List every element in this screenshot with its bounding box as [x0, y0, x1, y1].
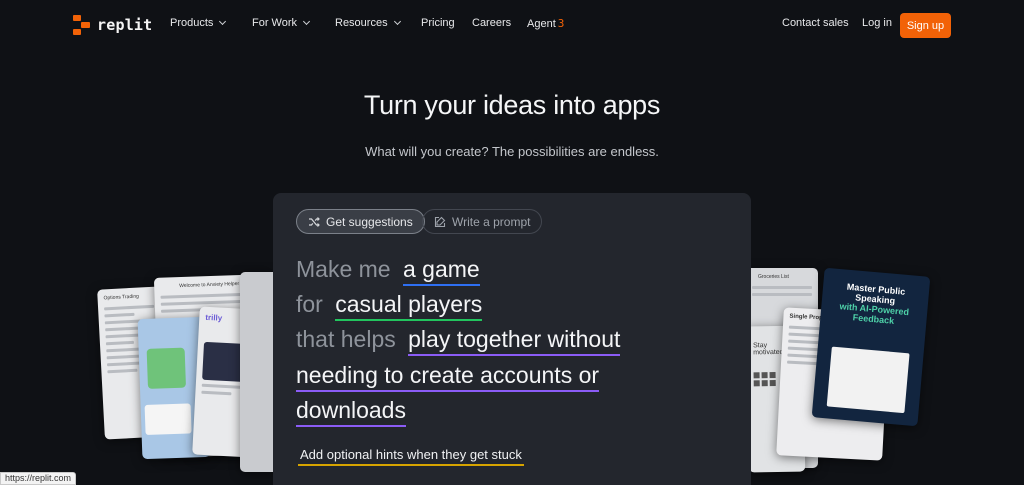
logo-text: replit: [97, 16, 153, 34]
nav-for-work-label: For Work: [252, 17, 298, 29]
chevron-down-icon: [302, 17, 311, 26]
login-label: Log in: [862, 17, 892, 29]
replit-logo[interactable]: replit: [73, 15, 152, 35]
shuffle-icon: [309, 216, 320, 227]
cherry-image: [146, 347, 186, 389]
prompt-value-purpose[interactable]: play together without: [408, 326, 621, 356]
nav-products-label: Products: [170, 17, 214, 29]
write-prompt-button[interactable]: Write a prompt: [422, 209, 543, 234]
chevron-down-icon: [393, 17, 401, 26]
nav-resources[interactable]: Resources: [335, 17, 401, 29]
prompt-prefix: Make me: [296, 256, 391, 282]
nav-agent[interactable]: Agent 3: [527, 17, 564, 30]
hero-subtitle: What will you create? The possibilities …: [365, 144, 659, 159]
prompt-prefix: for: [296, 291, 323, 317]
chevron-down-icon: [219, 17, 227, 26]
nav-for-work[interactable]: For Work: [252, 17, 311, 29]
nav-agent-label: Agent: [527, 17, 556, 30]
prompt-value-purpose-cont[interactable]: needing to create accounts or: [296, 362, 600, 392]
card-title: Groceries List: [758, 274, 789, 280]
prompt-prefix: that helps: [296, 326, 396, 352]
contact-sales-link[interactable]: Contact sales: [782, 17, 849, 29]
prompt-builder-panel: Get suggestions Write a prompt Make me a…: [273, 193, 751, 485]
contact-sales-label: Contact sales: [782, 17, 849, 29]
nav-resources-label: Resources: [335, 17, 388, 29]
status-bar-url: https://replit.com: [0, 472, 77, 485]
replit-logo-icon: [73, 15, 90, 35]
get-suggestions-button[interactable]: Get suggestions: [296, 209, 425, 234]
optional-hint[interactable]: Add optional hints when they get stuck: [298, 447, 524, 466]
prompt-line: Make me a game: [296, 256, 480, 286]
nav-careers[interactable]: Careers: [472, 17, 511, 29]
prompt-line: needing to create accounts or: [296, 362, 600, 392]
agent-version-badge: 3: [557, 17, 565, 30]
nav-products[interactable]: Products: [170, 17, 227, 29]
app-preview-card: Master Public Speaking with AI-Powered F…: [811, 267, 931, 427]
card-title: Options Trading: [103, 293, 140, 302]
prompt-line: downloads: [296, 397, 406, 427]
nav-pricing-label: Pricing: [421, 17, 455, 29]
prompt-value-purpose-cont[interactable]: downloads: [296, 397, 406, 427]
prompt-line: that helps play together without: [296, 326, 621, 356]
prompt-value-app-type[interactable]: a game: [402, 256, 480, 286]
signup-button[interactable]: Sign up: [900, 13, 951, 38]
prompt-line: for casual players: [296, 291, 483, 321]
get-suggestions-label: Get suggestions: [326, 214, 413, 229]
edit-icon: [434, 216, 446, 227]
write-prompt-label: Write a prompt: [452, 214, 531, 229]
nav-careers-label: Careers: [472, 17, 512, 29]
login-link[interactable]: Log in: [862, 17, 892, 29]
top-nav: replit Products For Work Resources Prici…: [0, 0, 1024, 50]
prompt-value-audience[interactable]: casual players: [335, 291, 483, 321]
nav-pricing[interactable]: Pricing: [421, 17, 455, 29]
hero-title: Turn your ideas into apps: [363, 90, 661, 120]
